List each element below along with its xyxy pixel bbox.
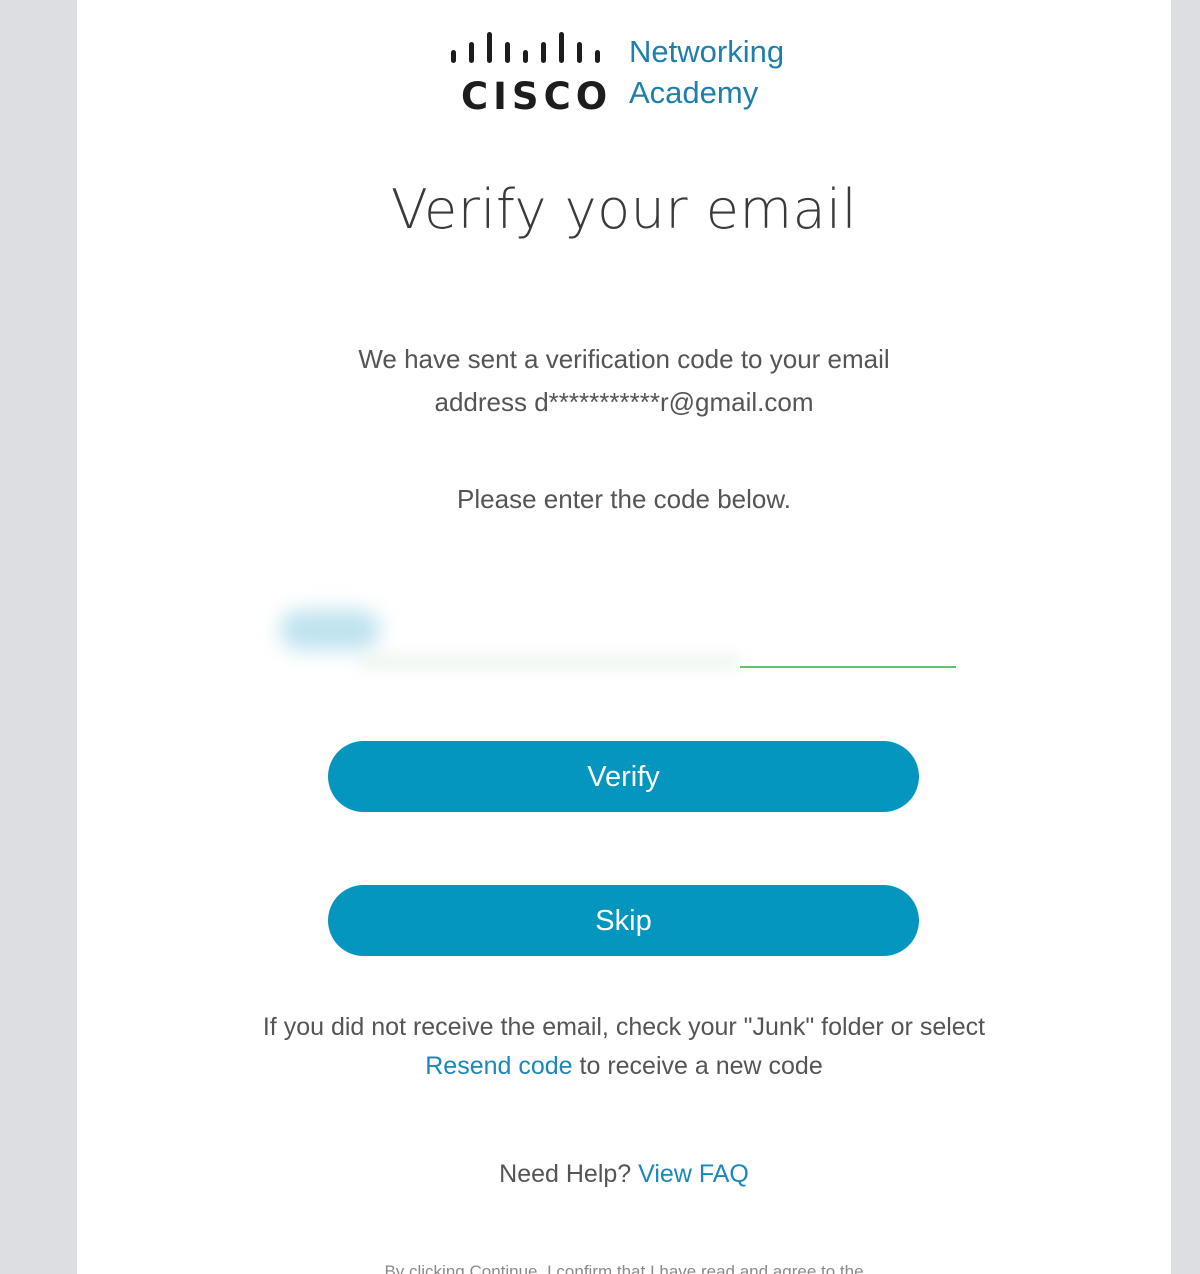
- verification-code-field[interactable]: [240, 595, 956, 668]
- junk-folder-hint: If you did not receive the email, check …: [262, 1013, 986, 1041]
- code-input-underline: [740, 666, 956, 668]
- resend-line: Resend code to receive a new code: [77, 1047, 1171, 1086]
- verify-email-card: CISCO Networking Academy Verify your ema…: [77, 0, 1171, 1274]
- academy-line-2: Academy: [629, 75, 759, 110]
- sent-code-line-2: address d***********r@gmail.com: [434, 387, 814, 417]
- cisco-bars-icon: [451, 32, 600, 63]
- verification-code-input[interactable]: [240, 595, 956, 667]
- cisco-wordmark: CISCO: [461, 75, 613, 118]
- sent-code-line-1: We have sent a verification code to your…: [358, 344, 890, 374]
- resend-code-link[interactable]: Resend code: [425, 1052, 572, 1080]
- page-title: Verify your email: [390, 178, 858, 241]
- view-faq-link[interactable]: View FAQ: [638, 1160, 749, 1188]
- resend-suffix: to receive a new code: [572, 1052, 823, 1080]
- sent-code-message: We have sent a verification code to your…: [77, 338, 1171, 424]
- verify-button[interactable]: Verify: [328, 741, 919, 812]
- resend-help-text: If you did not receive the email, check …: [77, 1008, 1171, 1086]
- academy-line-1: Networking: [629, 34, 785, 69]
- enter-code-instruction: Please enter the code below.: [457, 484, 791, 514]
- need-help: Need Help? View FAQ: [77, 1154, 1171, 1194]
- need-help-label: Need Help?: [499, 1160, 639, 1188]
- terms-disclaimer: By clicking Continue, I confirm that I h…: [384, 1262, 864, 1274]
- networking-academy-label: Networking Academy: [629, 31, 784, 113]
- skip-button[interactable]: Skip: [328, 885, 919, 956]
